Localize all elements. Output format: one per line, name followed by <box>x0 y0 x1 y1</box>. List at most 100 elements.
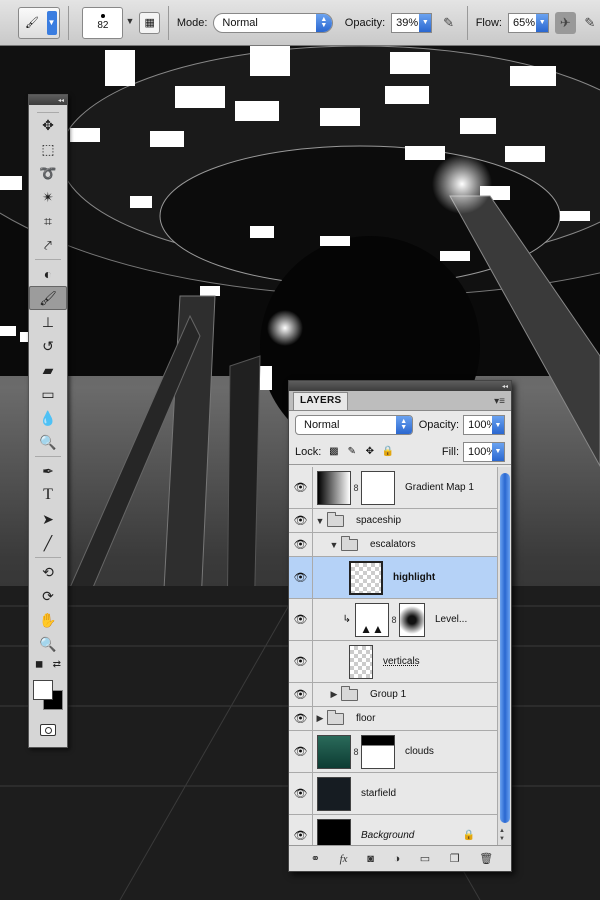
move-tool[interactable]: ✥ <box>29 113 67 137</box>
chevron-down-icon[interactable]: ▼ <box>313 516 327 526</box>
mask-thumbnail[interactable] <box>361 734 395 769</box>
layer-row-starfield[interactable]: 👁 starfield <box>289 773 497 815</box>
pen-tool[interactable]: ✒ <box>29 459 67 483</box>
tool-preset-picker[interactable]: 🖌 ▼ <box>18 6 60 39</box>
lock-all-icon[interactable]: 🔒 <box>381 445 394 458</box>
lock-transparency-icon[interactable]: ▩ <box>327 445 340 458</box>
layer-opacity-input[interactable]: 100% ▼ <box>463 415 505 435</box>
divider <box>466 5 468 40</box>
swap-colors-icon[interactable]: ⇄ <box>53 659 61 670</box>
chevron-right-icon[interactable]: ▶ <box>313 713 327 724</box>
scrollbar-thumb[interactable] <box>500 473 510 823</box>
foreground-color-swatch[interactable] <box>33 680 53 700</box>
default-colors-icon[interactable]: ◼ <box>35 659 43 670</box>
marquee-icon: ⬚ <box>41 140 55 157</box>
eye-icon[interactable]: 👁 <box>289 557 313 598</box>
link-icon[interactable]: 8 <box>389 615 399 625</box>
layer-row-levels[interactable]: 👁 ↳ ▲▲ 8 Level... <box>289 599 497 641</box>
eye-icon[interactable]: 👁 <box>289 533 313 556</box>
magic-wand-tool[interactable]: ✴ <box>29 185 67 209</box>
marquee-tool[interactable]: ⬚ <box>29 137 67 161</box>
brush-tool[interactable]: 🖌 <box>29 286 67 310</box>
layer-row-clouds[interactable]: 👁 8 clouds <box>289 731 497 773</box>
crop-tool[interactable]: ⌗ <box>29 209 67 233</box>
chevron-down-icon[interactable]: ▼ <box>327 540 341 550</box>
3d-rotate-tool[interactable]: ⟲ <box>29 560 67 584</box>
path-selection-tool[interactable]: ➤ <box>29 507 67 531</box>
eye-icon[interactable]: 👁 <box>289 509 313 532</box>
flow-input[interactable]: 65% ▼ <box>507 12 550 33</box>
link-icon[interactable]: 8 <box>351 483 361 493</box>
eye-icon[interactable]: 👁 <box>289 599 313 640</box>
fill-input[interactable]: 100% ▼ <box>463 441 505 462</box>
gradient-tool[interactable]: ▭ <box>29 382 67 406</box>
eye-icon[interactable]: 👁 <box>289 731 313 772</box>
eye-icon[interactable]: 👁 <box>289 707 313 730</box>
eye-icon[interactable]: 👁 <box>289 467 313 508</box>
dodge-tool[interactable]: 🔍 <box>29 430 67 454</box>
tab-layers[interactable]: LAYERS <box>293 392 349 410</box>
updown-arrows-icon: ▲ ▼ <box>315 13 332 32</box>
line-tool[interactable]: ╱ <box>29 531 67 555</box>
quick-mask-button[interactable] <box>40 724 56 736</box>
history-brush-tool[interactable]: ↺ <box>29 334 67 358</box>
type-tool[interactable]: T <box>29 483 67 507</box>
layer-row-spaceship[interactable]: 👁 ▼ spaceship <box>289 509 497 533</box>
3d-orbit-tool[interactable]: ⟳ <box>29 584 67 608</box>
clone-stamp-tool[interactable]: ⊥ <box>29 310 67 334</box>
lasso-tool[interactable]: ➰ <box>29 161 67 185</box>
lock-row: Lock: ▩ ✎ ✥ 🔒 Fill: 100% ▼ <box>289 439 511 465</box>
panel-menu-icon[interactable]: ▾≡ <box>494 396 511 410</box>
trash-icon[interactable]: 🗑 <box>479 852 493 865</box>
layer-row-floor[interactable]: 👁 ▶ floor <box>289 707 497 731</box>
mask-thumbnail[interactable] <box>361 470 395 505</box>
tools-panel: ◂◂ ✥ ⬚ ➰ ✴ ⌗ ⤤ ◐ 🖌 ⊥ ↺ ▰ ▭ 💧 🔍 ✒ T ➤ ╱ ⟲… <box>28 94 68 748</box>
eye-icon[interactable]: 👁 <box>289 641 313 682</box>
zoom-tool[interactable]: 🔍 <box>29 632 67 656</box>
chevron-right-icon[interactable]: ▶ <box>327 689 341 700</box>
layers-scrollbar[interactable]: ▲ ▼ <box>497 467 511 845</box>
color-swatches <box>29 676 67 720</box>
adjustment-layer-icon[interactable]: ◑ <box>393 853 400 865</box>
new-group-icon[interactable]: ▭ <box>420 852 430 865</box>
layer-style-icon[interactable]: fx <box>340 853 348 865</box>
layer-row-escalators[interactable]: 👁 ▼ escalators <box>289 533 497 557</box>
pressure-size-button[interactable]: ✎ <box>580 12 600 34</box>
add-mask-icon[interactable]: ◙ <box>367 853 374 865</box>
blur-tool[interactable]: 💧 <box>29 406 67 430</box>
pressure-opacity-button[interactable]: ✎ <box>438 12 458 34</box>
layer-row-group-1[interactable]: 👁 ▶ Group 1 <box>289 683 497 707</box>
eye-icon[interactable]: 👁 <box>289 683 313 706</box>
eraser-tool[interactable]: ▰ <box>29 358 67 382</box>
brush-panel-toggle-button[interactable]: ▦ <box>139 11 160 34</box>
lock-pixels-icon[interactable]: ✎ <box>345 445 358 458</box>
lock-position-icon[interactable]: ✥ <box>363 445 376 458</box>
divider <box>167 5 169 40</box>
lasso-icon: ➰ <box>39 164 57 181</box>
layers-panel-header[interactable]: ◂◂ <box>289 381 511 391</box>
brush-panel-icon: ▦ <box>144 17 155 29</box>
blend-mode-select[interactable]: Normal ▲ ▼ <box>295 415 413 435</box>
layer-row-verticals[interactable]: 👁 verticals <box>289 641 497 683</box>
layer-row-background[interactable]: 👁 Background 🔒 <box>289 815 497 845</box>
new-layer-icon[interactable]: ❐ <box>450 852 460 865</box>
eyedropper-tool[interactable]: ⤤ <box>29 233 67 257</box>
hand-tool[interactable]: ✋ <box>29 608 67 632</box>
link-layers-icon[interactable]: ⚭ <box>311 852 320 865</box>
mode-select[interactable]: Normal ▲ ▼ <box>213 12 333 33</box>
healing-brush-tool[interactable]: ◐ <box>29 262 67 286</box>
tools-panel-grip[interactable] <box>37 105 59 113</box>
layer-row-highlight[interactable]: 👁 highlight <box>289 557 497 599</box>
eye-icon[interactable]: 👁 <box>289 773 313 814</box>
opacity-label: Opacity: <box>344 16 386 29</box>
scroll-arrows-icon[interactable]: ▲ ▼ <box>499 827 505 843</box>
folder-icon <box>327 511 344 527</box>
tools-panel-header[interactable]: ◂◂ <box>29 95 67 105</box>
eye-icon[interactable]: 👁 <box>289 815 313 845</box>
link-icon[interactable]: 8 <box>351 747 361 757</box>
airbrush-button[interactable]: ✈ <box>555 11 576 34</box>
layer-row-gradient-map[interactable]: 👁 8 Gradient Map 1 <box>289 467 497 509</box>
mask-thumbnail[interactable] <box>399 602 425 637</box>
opacity-input[interactable]: 39% ▼ <box>391 12 433 33</box>
brush-preset-picker[interactable]: 82 ▼ <box>82 6 134 39</box>
